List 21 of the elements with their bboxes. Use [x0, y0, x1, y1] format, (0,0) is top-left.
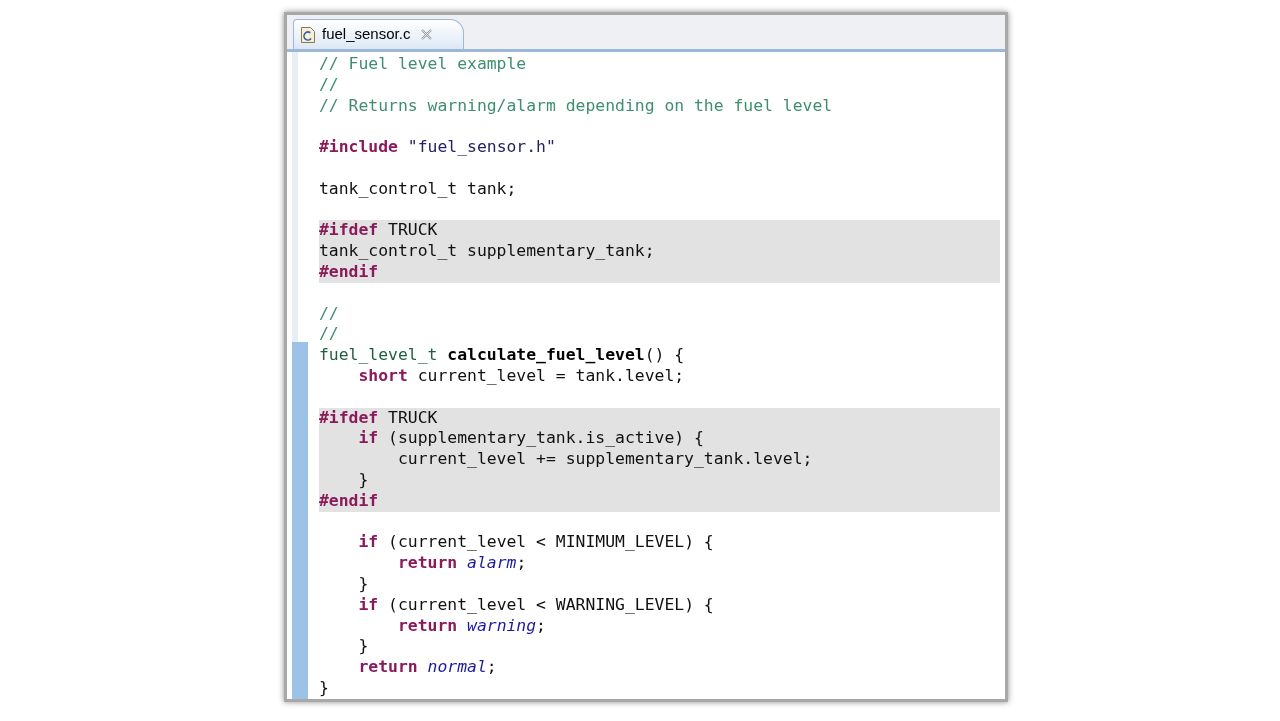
code-line: #include "fuel_sensor.h" [319, 137, 557, 158]
code-line: } [319, 677, 330, 699]
code-line: // Returns warning/alarm depending on the fuel level [319, 95, 834, 117]
c-file-icon [300, 25, 316, 44]
close-icon[interactable] [420, 28, 434, 41]
tab-label: fuel_sensor.c [322, 24, 411, 45]
code-line: return normal; [357, 657, 498, 678]
code-line: return alarm; [396, 553, 528, 574]
code-line: // [319, 74, 340, 96]
code-line: return warning; [396, 615, 547, 637]
code-line: fuel_level_t calculate_fuel_level() { [319, 345, 686, 366]
code-line: if (current_level < WARNING_LEVEL) { [357, 594, 715, 616]
code-line: // [319, 324, 340, 346]
code-line: } [357, 636, 370, 658]
code-line: } [357, 573, 370, 595]
code-line: short current_level = tank.level; [357, 365, 686, 387]
code-line: // [319, 303, 340, 325]
code-line: if (current_level < MINIMUM_LEVEL) { [357, 532, 715, 554]
code-line: // Fuel level example [319, 54, 528, 75]
code-line: tank_control_t tank; [319, 178, 518, 200]
editor-tab[interactable]: fuel_sensor.c [293, 19, 465, 49]
